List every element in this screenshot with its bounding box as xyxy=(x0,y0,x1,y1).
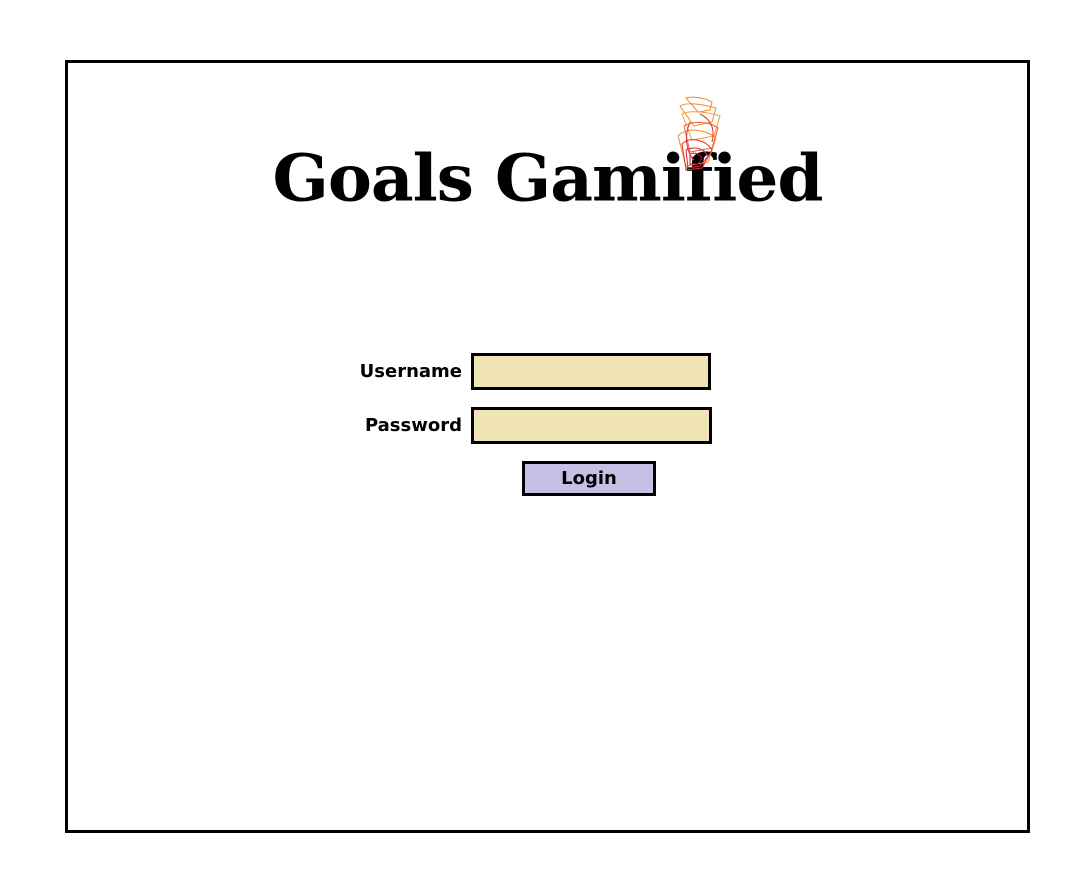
app-frame: Goals Gamified Username Password Login xyxy=(65,60,1030,833)
header: Goals Gamified xyxy=(68,145,1027,211)
password-row: Password xyxy=(68,407,1027,445)
password-input[interactable] xyxy=(471,407,712,444)
username-label: Username xyxy=(359,361,462,382)
login-button[interactable]: Login xyxy=(522,461,656,496)
flame-icon xyxy=(677,96,721,171)
username-row: Username xyxy=(68,353,1027,391)
app-title: Goals Gamified xyxy=(272,139,824,217)
password-label: Password xyxy=(364,415,462,436)
username-input[interactable] xyxy=(471,353,711,390)
